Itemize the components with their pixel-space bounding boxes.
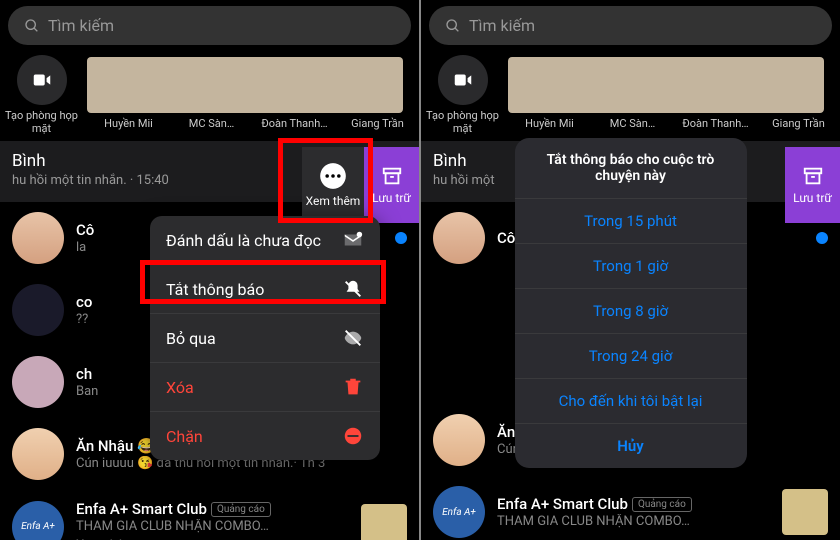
story-strip[interactable]: [87, 57, 403, 113]
more-button[interactable]: Xem thêm: [302, 147, 364, 223]
search-input[interactable]: Tìm kiếm: [8, 6, 411, 45]
trash-icon: [342, 376, 364, 398]
unread-dot: [395, 232, 407, 244]
search-icon: [24, 18, 40, 34]
mute-15min[interactable]: Trong 15 phút: [515, 199, 747, 244]
ad-badge: Quảng cáo: [211, 502, 271, 517]
more-icon: [319, 162, 347, 190]
mute-24hr[interactable]: Trong 24 giờ: [515, 334, 747, 379]
story-row: Tạo phòng họp mặt Huyền Mii MC Sàn… Đoàn…: [0, 49, 419, 141]
menu-ignore[interactable]: Bỏ qua: [150, 314, 380, 363]
context-menu: Đánh dấu là chưa đọc Tắt thông báo Bỏ qu…: [150, 216, 380, 460]
ignore-icon: [342, 327, 364, 349]
screen-left: Tìm kiếm Tạo phòng họp mặt Huyền Mii MC …: [0, 0, 419, 540]
block-icon: [342, 425, 364, 447]
mute-icon: [342, 278, 364, 300]
screen-right: Tìm kiếm Tạo phòng họp mặt Huyền Mii MC …: [421, 0, 840, 540]
mute-1hr[interactable]: Trong 1 giờ: [515, 244, 747, 289]
mute-8hr[interactable]: Trong 8 giờ: [515, 289, 747, 334]
menu-mark-unread[interactable]: Đánh dấu là chưa đọc: [150, 216, 380, 265]
mute-modal: Tắt thông báo cho cuộc trò chuyện này Tr…: [421, 0, 840, 540]
chat-row-ad[interactable]: Enfa A+ Enfa A+ Smart Club Quảng cáo THA…: [0, 490, 419, 540]
archive-icon: [381, 165, 403, 187]
unread-icon: [342, 229, 364, 251]
modal-cancel[interactable]: Hủy: [515, 424, 747, 468]
menu-mute[interactable]: Tắt thông báo: [150, 265, 380, 314]
ad-thumbnail: [361, 504, 407, 540]
mute-until-on[interactable]: Cho đến khi tôi bật lại: [515, 379, 747, 424]
archive-button[interactable]: Lưu trữ: [364, 147, 419, 223]
create-room-icon: [31, 69, 53, 91]
menu-delete[interactable]: Xóa: [150, 363, 380, 412]
menu-block[interactable]: Chặn: [150, 412, 380, 460]
modal-title: Tắt thông báo cho cuộc trò chuyện này: [515, 138, 747, 199]
story-create[interactable]: Tạo phòng họp mặt: [0, 55, 83, 135]
